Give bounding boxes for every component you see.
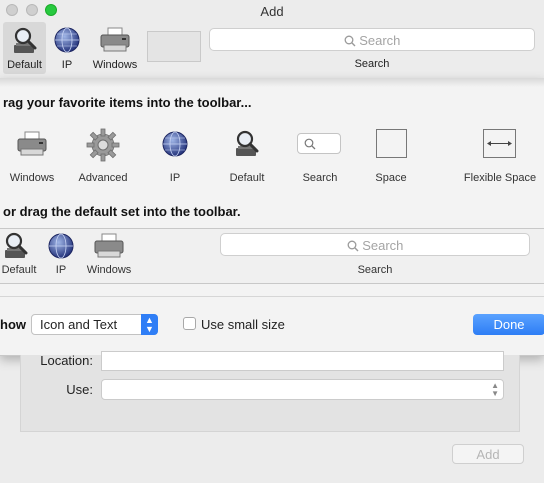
palette-item-label: Flexible Space bbox=[463, 172, 537, 184]
globe-icon bbox=[54, 27, 80, 53]
palette-item-space[interactable]: Space bbox=[361, 124, 421, 186]
default-set-item-label: Windows bbox=[86, 264, 132, 276]
gear-icon bbox=[86, 128, 120, 162]
toolbar-item-default[interactable]: Default bbox=[3, 22, 46, 74]
default-set-item-label: IP bbox=[55, 264, 67, 276]
sheet-divider bbox=[0, 296, 544, 297]
drag-favorites-heading: rag your favorite items into the toolbar… bbox=[3, 95, 252, 110]
location-label: Location: bbox=[40, 353, 93, 368]
space-icon bbox=[376, 129, 407, 158]
toolbar-empty-slot bbox=[147, 31, 201, 62]
magnifier-icon bbox=[5, 232, 28, 258]
search-icon bbox=[344, 35, 356, 47]
palette-item-label: Windows bbox=[9, 172, 55, 184]
globe-icon bbox=[162, 131, 188, 157]
use-select[interactable]: ▲ ▼ bbox=[101, 379, 504, 400]
search-placeholder: Search bbox=[362, 238, 404, 254]
search-field-icon bbox=[297, 133, 341, 154]
drag-default-set-heading: or drag the default set into the toolbar… bbox=[3, 204, 241, 219]
flexible-space-icon bbox=[483, 129, 516, 158]
use-small-size-label: Use small size bbox=[201, 317, 285, 332]
add-button[interactable]: Add bbox=[452, 444, 524, 464]
palette-item-label: Space bbox=[375, 172, 407, 184]
toolbar: Default IP Windows Search Search bbox=[0, 22, 544, 74]
select-stepper-icon: ▲ ▼ bbox=[141, 314, 158, 335]
palette-item-label: Search bbox=[302, 172, 338, 184]
window-title: Add bbox=[260, 4, 284, 19]
palette-item-advanced[interactable]: Advanced bbox=[73, 124, 133, 186]
default-set-item-default: Default bbox=[0, 229, 38, 281]
palette-item-search[interactable]: Search bbox=[290, 124, 350, 186]
show-label: how bbox=[0, 317, 26, 332]
search-placeholder: Search bbox=[359, 33, 401, 49]
default-set-item-ip: IP bbox=[46, 229, 76, 281]
use-label: Use: bbox=[66, 382, 93, 397]
default-set-strip[interactable]: Default IP Windows Search Search bbox=[0, 228, 544, 284]
default-set-search-field: Search bbox=[220, 233, 530, 256]
printer-icon bbox=[94, 233, 124, 258]
printer-icon bbox=[17, 131, 47, 156]
default-set-item-windows: Windows bbox=[83, 229, 135, 281]
palette-item-label: Default bbox=[229, 172, 265, 184]
palette-item-windows[interactable]: Windows bbox=[2, 124, 62, 186]
palette-item-default[interactable]: Default bbox=[217, 124, 277, 186]
show-mode-value: Icon and Text bbox=[40, 317, 118, 332]
search-icon bbox=[347, 240, 359, 252]
magnifier-icon bbox=[13, 27, 36, 53]
toolbar-search-field[interactable]: Search bbox=[209, 28, 535, 51]
printer-icon bbox=[100, 27, 130, 52]
chevron-updown-icon: ▲ ▼ bbox=[491, 381, 499, 398]
magnifier-icon bbox=[236, 130, 259, 156]
toolbar-item-windows[interactable]: Windows bbox=[89, 22, 141, 74]
palette-item-flexible-space[interactable]: Flexible Space bbox=[457, 124, 543, 186]
palette-item-label: IP bbox=[169, 172, 181, 184]
default-set-item-label: Default bbox=[1, 264, 37, 276]
toolbar-item-label: IP bbox=[61, 59, 73, 71]
toolbar-item-label: Default bbox=[7, 59, 42, 71]
location-field[interactable] bbox=[101, 351, 504, 371]
toolbar-item-label: Windows bbox=[92, 59, 138, 71]
customize-toolbar-sheet: rag your favorite items into the toolbar… bbox=[0, 78, 544, 356]
default-set-search-label: Search bbox=[357, 264, 393, 276]
show-mode-select[interactable]: Icon and Text ▲ ▼ bbox=[31, 314, 158, 335]
use-small-size-checkbox[interactable] bbox=[183, 317, 196, 330]
search-icon bbox=[304, 138, 316, 150]
toolbar-search-label: Search bbox=[354, 58, 390, 70]
done-button[interactable]: Done bbox=[473, 314, 544, 335]
globe-icon bbox=[48, 233, 74, 259]
toolbar-item-ip[interactable]: IP bbox=[52, 22, 82, 74]
palette-item-ip[interactable]: IP bbox=[145, 124, 205, 186]
palette-item-label: Advanced bbox=[78, 172, 128, 184]
title-bar: Add bbox=[0, 0, 544, 22]
sheet-top-shadow bbox=[0, 78, 544, 87]
